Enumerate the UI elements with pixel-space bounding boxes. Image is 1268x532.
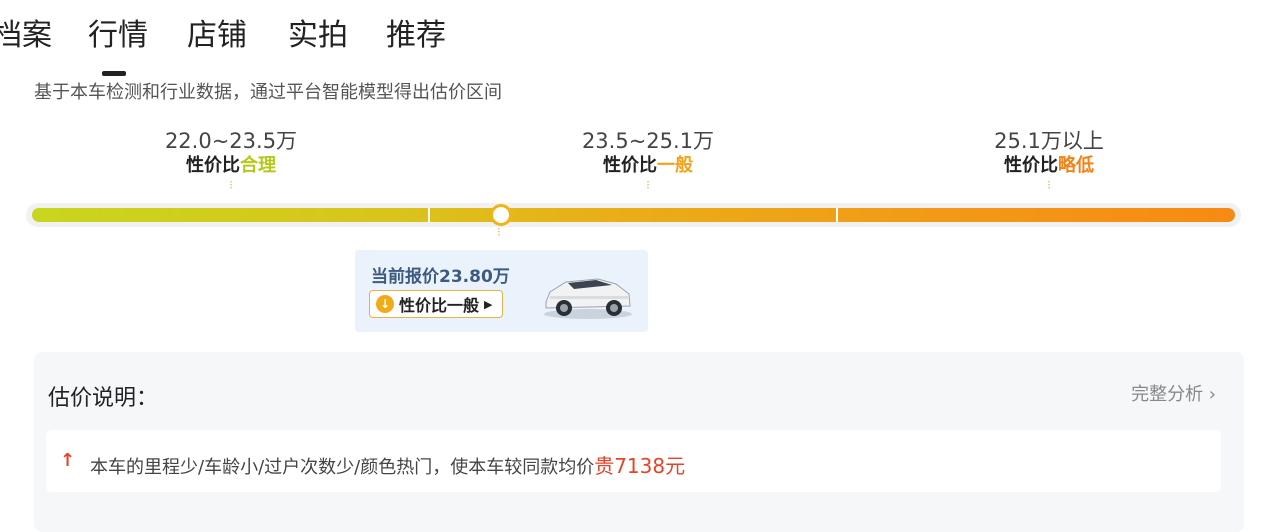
tier-label: 性价比一般 — [603, 155, 693, 176]
tab-recommend[interactable]: 推荐 — [386, 14, 446, 58]
full-analysis-link[interactable]: 完整分析 › — [1131, 380, 1216, 406]
tab-market[interactable]: 行情 — [88, 14, 148, 58]
panel-title: 估价说明： — [48, 386, 159, 411]
tier-reasonable: 22.0~23.5万 性价比合理 ⁝ — [121, 128, 341, 192]
tier-dots: ⁝ — [1047, 178, 1051, 192]
active-tab-indicator — [102, 71, 126, 76]
car-thumbnail-image — [544, 278, 632, 319]
reason-row: ↑ 本车的里程少/车龄小/过户次数少/颜色热门，使本车较同款均价贵7138元 — [46, 430, 1221, 492]
value-level-button[interactable]: ↓ 性价比一般 ▶ — [369, 290, 504, 318]
estimate-subtitle: 基于本车检测和行业数据，通过平台智能模型得出估价区间 — [34, 82, 502, 103]
up-arrow-icon: ↑ — [60, 450, 76, 471]
bar-divider — [836, 208, 838, 222]
tab-archive[interactable]: 档案 — [0, 14, 52, 58]
marker-connector: ⁝ — [497, 225, 501, 239]
current-price-card: 当前报价23.80万 ↓ 性价比一般 ▶ — [355, 250, 648, 332]
tier-range: 22.0~23.5万 — [164, 129, 298, 153]
tier-label: 性价比略低 — [1004, 155, 1094, 176]
down-arrow-icon: ↓ — [376, 295, 394, 313]
value-level-label: 性价比一般 — [399, 296, 480, 315]
play-arrow-icon: ▶ — [484, 297, 493, 311]
tab-store[interactable]: 店铺 — [187, 14, 247, 58]
current-price-text: 当前报价23.80万 — [371, 267, 510, 287]
tier-range: 23.5~25.1万 — [581, 129, 715, 153]
tier-dots: ⁝ — [229, 178, 233, 192]
tier-average: 23.5~25.1万 性价比一般 ⁝ — [538, 128, 758, 192]
tier-range: 25.1万以上 — [994, 129, 1104, 153]
estimate-explanation-panel: 估价说明： 完整分析 › ↑ 本车的里程少/车龄小/过户次数少/颜色热门，使本车… — [34, 352, 1244, 532]
tab-photos[interactable]: 实拍 — [288, 14, 348, 58]
tier-dots: ⁝ — [646, 178, 650, 192]
price-range-gradient — [32, 208, 1235, 222]
tier-label: 性价比合理 — [186, 155, 276, 176]
bar-divider — [428, 208, 430, 222]
reason-text: 本车的里程少/车龄小/过户次数少/颜色热门，使本车较同款均价贵7138元 — [90, 454, 686, 478]
tier-low: 25.1万以上 性价比略低 ⁝ — [939, 128, 1159, 192]
price-range-bar — [26, 203, 1241, 227]
current-price-marker — [490, 204, 512, 226]
